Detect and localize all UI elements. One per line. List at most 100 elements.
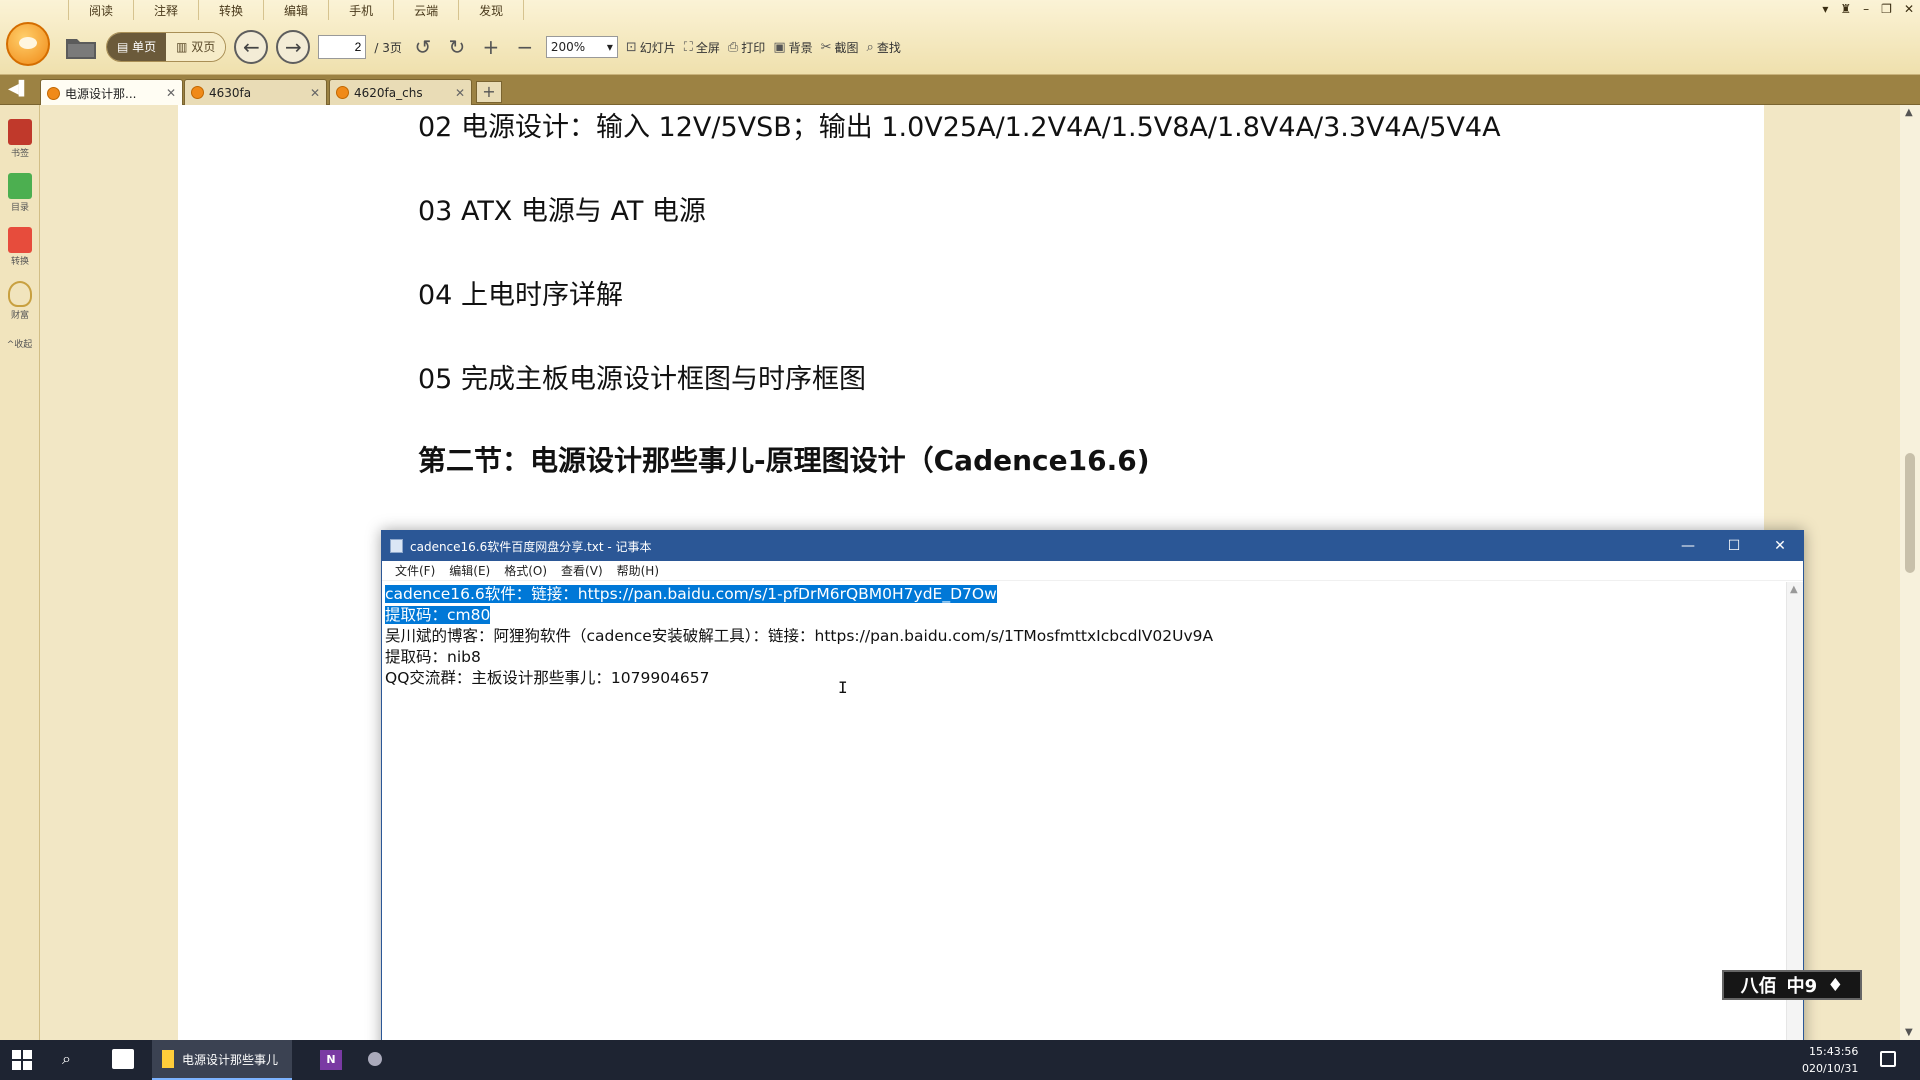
sidebar-item-wealth[interactable]: 财富 [0, 281, 40, 321]
maximize-icon[interactable]: ☐ [1711, 538, 1757, 554]
sidebar-collapse-button[interactable]: ^收起 [0, 337, 39, 350]
menu-annotate[interactable]: 注释 [134, 0, 200, 20]
tab-document-3[interactable]: 4620fa_chs ✕ [329, 79, 472, 105]
printer-icon: ⎙ [727, 39, 739, 55]
screenshot-button[interactable]: ✂ 截图 [821, 39, 859, 56]
menu-edit[interactable]: 编辑(E) [442, 562, 497, 579]
reader-window-controls: ▾ ♜ – ❐ ✕ [1822, 2, 1914, 16]
sidebar-item-bookmarks[interactable]: 书签 [0, 119, 40, 159]
tab-close-icon[interactable]: ✕ [455, 86, 465, 100]
doc-line-02: 02 电源设计：输入 12V/5VSB；输出 1.0V25A/1.2V4A/1.… [418, 112, 1501, 143]
bookmark-icon [8, 119, 32, 145]
open-folder-icon[interactable] [64, 33, 98, 61]
new-tab-button[interactable]: + [476, 81, 502, 103]
next-page-button[interactable]: → [276, 30, 311, 64]
menu-format[interactable]: 格式(O) [497, 562, 554, 579]
scrollbar-thumb[interactable] [1905, 453, 1915, 573]
menu-view[interactable]: 查看(V) [554, 562, 610, 579]
menu-file[interactable]: 文件(F) [388, 562, 442, 579]
sidebar-toggle-icon[interactable]: ◀▌ [8, 81, 30, 97]
money-bag-icon [8, 281, 32, 307]
sidebar-item-toc[interactable]: 目录 [0, 173, 40, 213]
text-line-2: 提取码：cm80 [385, 606, 491, 624]
find-label: 查找 [876, 40, 901, 55]
app-logo-icon[interactable] [6, 22, 50, 66]
windows-start-button[interactable] [12, 1050, 32, 1070]
notepad-title: cadence16.6软件百度网盘分享.txt - 记事本 [410, 539, 652, 554]
text-cursor-icon: I [838, 678, 848, 697]
reader-toolbar-area: 阅读 注释 转换 编辑 手机 云端 发现 ▾ ♜ – ❐ ✕ ▤ 单页 ▥ 双页… [0, 0, 1920, 75]
scroll-up-icon[interactable]: ▲ [1905, 107, 1913, 118]
convert-word-icon [8, 227, 32, 253]
slideshow-button[interactable]: ⊡ 幻灯片 [626, 39, 676, 56]
tab-label: 4630fa [209, 85, 252, 100]
doc-line-05: 05 完成主板电源设计框图与时序框图 [418, 364, 866, 395]
notepad-titlebar[interactable]: cadence16.6软件百度网盘分享.txt - 记事本 — ☐ ✕ [382, 531, 1803, 561]
menu-convert[interactable]: 转换 [199, 0, 265, 20]
single-page-button[interactable]: ▤ 单页 [107, 33, 167, 61]
store-icon[interactable] [112, 1049, 134, 1069]
notification-icon[interactable] [1880, 1051, 1896, 1067]
pdf-file-icon [191, 86, 204, 99]
doc-line-03: 03 ATX 电源与 AT 电源 [418, 196, 706, 227]
tab-document-2[interactable]: 4630fa ✕ [184, 79, 327, 105]
taskbar-app-icon[interactable] [368, 1052, 382, 1066]
tab-document-1[interactable]: 电源设计那... ✕ [40, 79, 183, 106]
scroll-down-icon[interactable]: ▼ [1905, 1027, 1913, 1038]
sidebar-item-label: 书签 [10, 149, 29, 159]
zoom-out-icon[interactable]: − [512, 35, 538, 59]
fullscreen-button[interactable]: ⛶ 全屏 [684, 39, 720, 56]
zoom-select[interactable]: 200% ▾ [545, 36, 618, 58]
tab-close-icon[interactable]: ✕ [310, 86, 320, 100]
menu-help[interactable]: 帮助(H) [610, 562, 666, 579]
notepad-window: cadence16.6软件百度网盘分享.txt - 记事本 — ☐ ✕ 文件(F… [381, 530, 1804, 1080]
taskbar-app-foxit[interactable]: 电源设计那些事儿 [152, 1040, 292, 1080]
double-page-button[interactable]: ▥ 双页 [166, 33, 226, 61]
background-button[interactable]: ▣ 背景 [773, 39, 812, 56]
menu-edit[interactable]: 编辑 [264, 0, 330, 20]
find-button[interactable]: ⌕ 查找 [867, 39, 901, 56]
sidebar-item-label: 转换 [10, 257, 29, 267]
shirt-icon: ♦ [1827, 974, 1844, 996]
menu-discover[interactable]: 发现 [459, 0, 525, 20]
menu-mobile[interactable]: 手机 [329, 0, 395, 20]
tab-label: 4620fa_chs [354, 85, 423, 100]
zoom-value: 200% [550, 40, 586, 54]
menu-read[interactable]: 阅读 [68, 0, 135, 20]
rotate-right-icon[interactable]: ↻ [444, 35, 470, 59]
tab-close-icon[interactable]: ✕ [166, 86, 176, 100]
dropdown-icon[interactable]: ▾ [1822, 2, 1828, 16]
menu-cloud[interactable]: 云端 [394, 0, 460, 20]
skin-icon[interactable]: ♜ [1840, 2, 1851, 16]
scroll-up-icon[interactable]: ▲ [1790, 584, 1798, 595]
doc-section-heading: 第二节：电源设计那些事儿-原理图设计（Cadence16.6) [418, 444, 1150, 477]
notepad-scrollbar[interactable]: ▲ [1786, 582, 1803, 1080]
notepad-text-area[interactable]: cadence16.6软件：链接：https://pan.baidu.com/s… [382, 582, 1786, 1080]
watermark-right: 中9 [1786, 976, 1818, 997]
search-icon[interactable]: ⌕ [62, 1049, 71, 1069]
onenote-icon[interactable]: N [320, 1050, 342, 1070]
minimize-icon[interactable]: – [1863, 2, 1869, 16]
double-page-label: 双页 [191, 40, 216, 54]
page-number-input[interactable] [318, 35, 367, 59]
zoom-in-icon[interactable]: + [478, 35, 504, 59]
background-label: 背景 [788, 40, 813, 55]
rotate-left-icon[interactable]: ↺ [410, 35, 436, 59]
windows-taskbar: ⌕ 电源设计那些事儿 N 15:43:56 020/10/31 [0, 1040, 1920, 1080]
sidebar-item-convert[interactable]: 转换 [0, 227, 40, 267]
close-icon[interactable]: ✕ [1757, 538, 1803, 554]
pdf-file-icon [336, 86, 349, 99]
minimize-icon[interactable]: — [1665, 538, 1711, 554]
fullscreen-label: 全屏 [695, 40, 720, 55]
clock-time: 15:43:56 [1809, 1045, 1859, 1058]
restore-icon[interactable]: ❐ [1881, 2, 1892, 16]
foxit-app-icon [162, 1050, 174, 1068]
watermark-left: 八佰 [1740, 976, 1777, 997]
print-button[interactable]: ⎙ 打印 [728, 39, 765, 56]
tab-label: 电源设计那... [65, 86, 137, 101]
system-clock[interactable]: 15:43:56 020/10/31 [1802, 1043, 1858, 1077]
document-scrollbar[interactable]: ▲ ▼ [1900, 105, 1920, 1040]
close-icon[interactable]: ✕ [1904, 2, 1914, 16]
previous-page-button[interactable]: ← [234, 30, 269, 64]
text-line-4: 提取码：nib8 [385, 648, 481, 666]
